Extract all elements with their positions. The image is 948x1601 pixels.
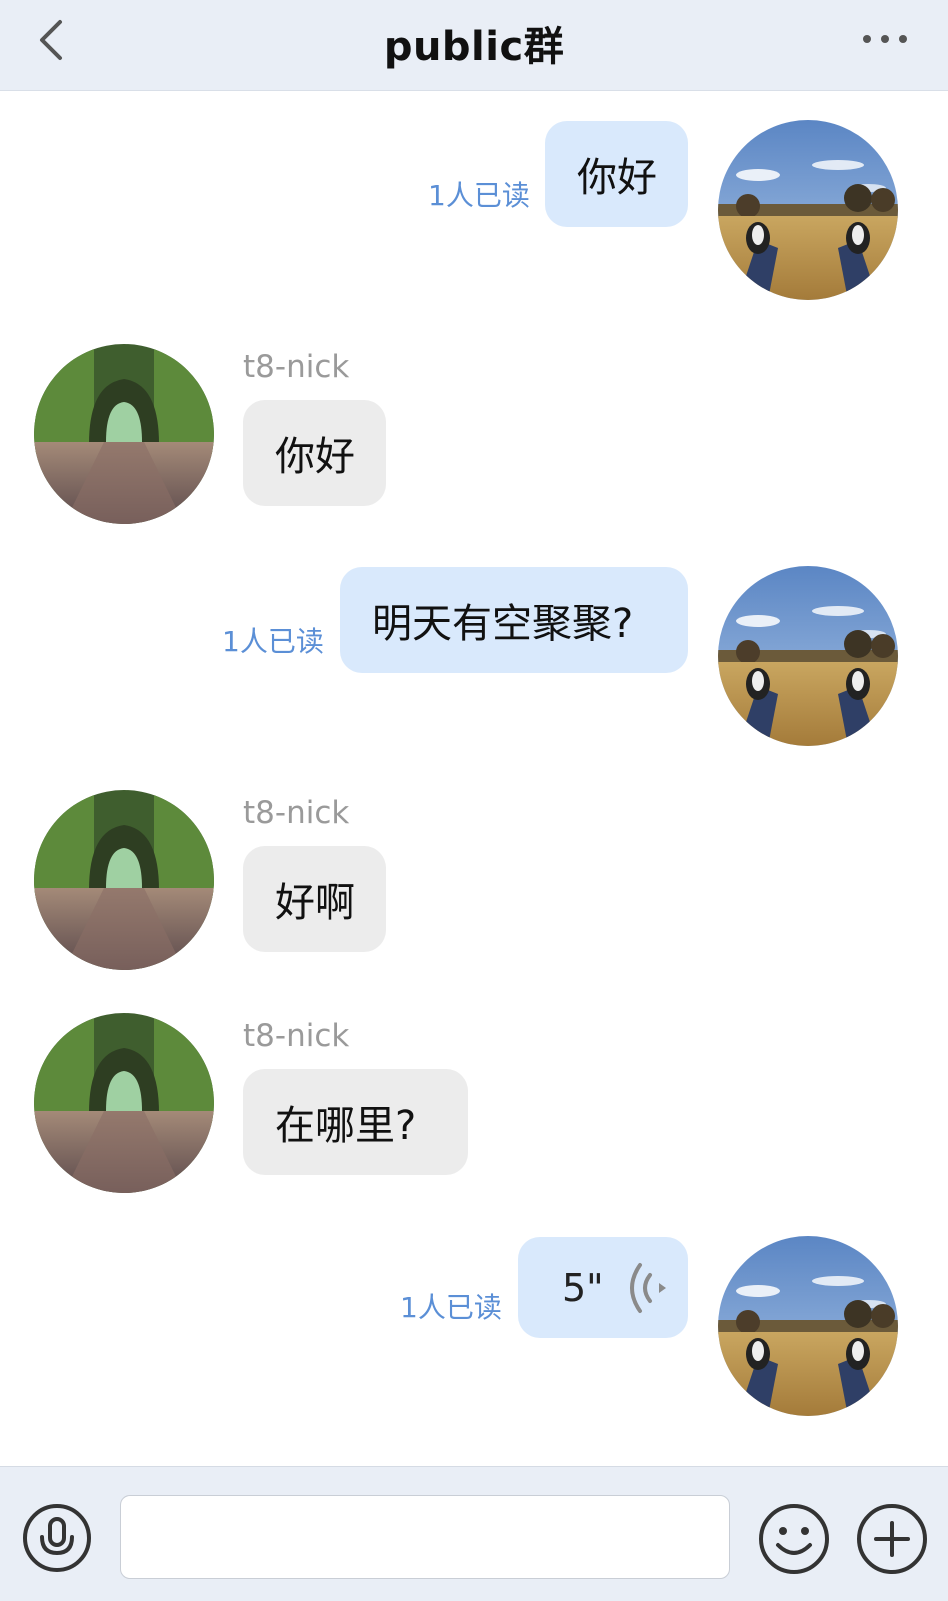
- my-avatar[interactable]: [718, 120, 898, 300]
- message-bubble[interactable]: 你好: [545, 121, 688, 227]
- contact-avatar[interactable]: [34, 790, 214, 970]
- voice-duration: 5": [562, 1265, 604, 1310]
- chat-title: public群: [383, 24, 565, 70]
- microphone-icon[interactable]: [22, 1503, 92, 1573]
- sender-nick: t8-nick: [243, 795, 350, 831]
- voice-message-bubble[interactable]: 5": [518, 1237, 688, 1338]
- more-dots-icon[interactable]: [862, 30, 908, 48]
- sender-nick: t8-nick: [243, 1018, 350, 1054]
- message-bubble[interactable]: 你好: [243, 400, 386, 506]
- message-text: 你好: [577, 155, 657, 201]
- read-status: 1人已读: [428, 179, 530, 212]
- plus-circle-icon[interactable]: [856, 1503, 928, 1575]
- top-bar: public群: [0, 0, 948, 91]
- my-avatar[interactable]: [718, 566, 898, 746]
- read-status: 1人已读: [400, 1291, 502, 1324]
- input-bar: [0, 1466, 948, 1601]
- message-input[interactable]: [120, 1495, 730, 1579]
- sender-nick: t8-nick: [243, 349, 350, 385]
- my-avatar[interactable]: [718, 1236, 898, 1416]
- voice-wave-icon: [629, 1262, 666, 1313]
- message-text: 明天有空聚聚?: [372, 601, 634, 647]
- contact-avatar[interactable]: [34, 1013, 214, 1193]
- smiley-icon[interactable]: [758, 1503, 830, 1575]
- contact-avatar[interactable]: [34, 344, 214, 524]
- message-text: 好啊: [275, 880, 355, 926]
- message-bubble[interactable]: 好啊: [243, 846, 386, 952]
- message-text: 你好: [275, 434, 355, 480]
- message-bubble[interactable]: 明天有空聚聚?: [340, 567, 688, 673]
- message-text: 在哪里?: [275, 1103, 417, 1149]
- message-bubble[interactable]: 在哪里?: [243, 1069, 468, 1175]
- read-status: 1人已读: [222, 625, 324, 658]
